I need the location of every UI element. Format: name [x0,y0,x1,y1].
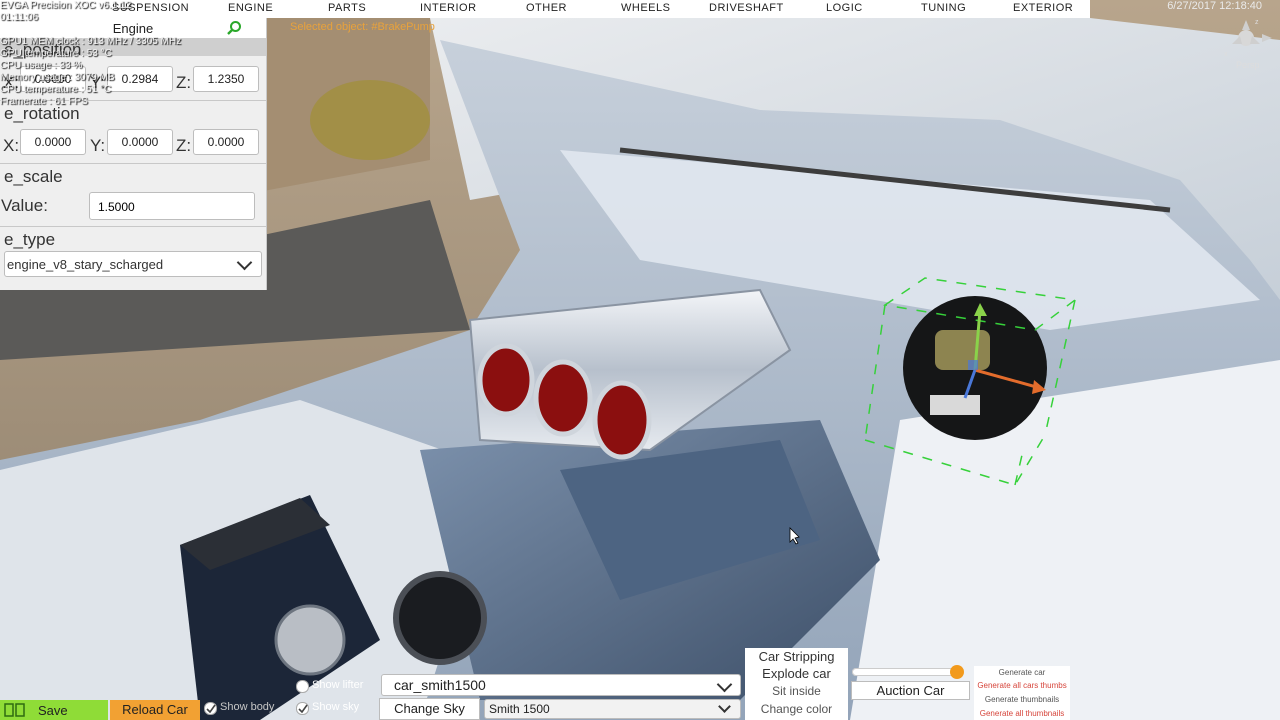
explode-slider[interactable] [852,665,964,679]
menu-exterior[interactable]: EXTERIOR [1013,2,1073,14]
chevron-down-icon [716,676,733,693]
menu-wheels[interactable]: WHEELS [621,2,670,14]
scale-value-label: Value: [1,196,48,215]
search-icon[interactable] [226,20,242,36]
engine-type-value: engine_v8_stary_scharged [7,257,164,272]
position-y-input[interactable]: 0.2984 [107,66,173,92]
save-label: Save [38,703,68,718]
generate-all-thumbs-button[interactable]: Generate all cars thumbs [974,681,1070,690]
view-orientation-gizmo-icon[interactable]: z x [1222,14,1274,58]
rotation-x-label: X: [3,136,20,155]
panel-header: Engine [0,18,266,38]
menu-interior[interactable]: INTERIOR [420,2,477,14]
auction-car-button[interactable]: Auction Car [851,681,970,700]
top-menu-bar: SUSPENSION ENGINE PARTS INTERIOR OTHER W… [0,0,1090,18]
change-sky-button[interactable]: Change Sky [379,698,480,720]
scale-section-label: e_scale [4,167,63,186]
sky-select[interactable]: Smith 1500 [484,699,741,719]
car-select[interactable]: car_smith1500 [381,674,741,696]
show-sky-label: Show sky [312,701,360,713]
change-color-button[interactable]: Change color [745,702,848,716]
checkmark-icon [206,704,216,714]
show-lifter-label: Show lifter [312,679,364,691]
position-x-label: X: [3,73,20,92]
car-stripping-button[interactable]: Car Stripping [745,649,848,664]
position-z-input[interactable]: 1.2350 [193,66,259,92]
position-z-label: Z: [176,73,192,92]
rotation-y-label: Y: [90,136,106,155]
position-section-label: e_position [4,40,82,59]
menu-logic[interactable]: LOGIC [826,2,863,14]
generate-car-button[interactable]: Generate car [974,668,1070,677]
menu-engine[interactable]: ENGINE [228,2,273,14]
generate-all-thumbnails-button[interactable]: Generate all thumbnails [974,709,1070,718]
selected-object-label: Selected object: #BrakePump [290,21,435,33]
menu-driveshaft[interactable]: DRIVESHAFT [709,2,784,14]
car-select-value: car_smith1500 [394,677,486,693]
generate-thumbnails-button[interactable]: Generate thumbnails [974,695,1070,704]
divider [0,100,266,101]
sit-inside-button[interactable]: Sit inside [745,684,848,698]
explode-car-button[interactable]: Explode car [745,666,848,681]
rotation-z-label: Z: [176,136,192,155]
inspector-panel: Engine e_position X: 0.0000 Y: 0.2984 Z:… [0,18,267,290]
rotation-section-label: e_rotation [4,104,80,123]
svg-text:z: z [1255,19,1259,26]
divider [0,226,266,227]
svg-text:x: x [1224,51,1228,58]
position-y-label: Y: [90,73,106,92]
view-mode-label: Persp [1236,60,1260,70]
rotation-x-input[interactable]: 0.0000 [20,129,86,155]
sky-select-value: Smith 1500 [489,702,550,716]
menu-tuning[interactable]: TUNING [921,2,966,14]
checkbox-box [296,680,309,693]
chevron-down-icon [236,254,253,271]
save-button[interactable]: Save [0,700,108,720]
car-actions-stack: Car Stripping Explode car Sit inside Cha… [745,648,848,720]
scale-value-input[interactable]: 1.5000 [89,192,255,220]
menu-parts[interactable]: PARTS [328,2,366,14]
checkmark-icon [298,704,308,714]
menu-suspension[interactable]: SUSPENSION [112,2,189,14]
show-body-label: Show body [220,701,275,713]
reload-car-button[interactable]: Reload Car [110,700,200,720]
datetime-readout: 6/27/2017 12:18:40 [1167,0,1262,12]
type-section-label: e_type [4,230,56,249]
divider [0,163,266,164]
rotation-z-input[interactable]: 0.0000 [193,129,259,155]
save-icon [4,703,25,717]
rotation-y-input[interactable]: 0.0000 [107,129,173,155]
menu-other[interactable]: OTHER [526,2,567,14]
slider-fill [852,668,957,676]
position-x-input[interactable]: 0.0000 [20,66,86,92]
slider-handle[interactable] [949,665,964,679]
generate-actions: Generate car Generate all cars thumbs Ge… [974,666,1070,720]
engine-type-select[interactable]: engine_v8_stary_scharged [4,251,262,277]
chevron-down-icon [718,700,731,713]
